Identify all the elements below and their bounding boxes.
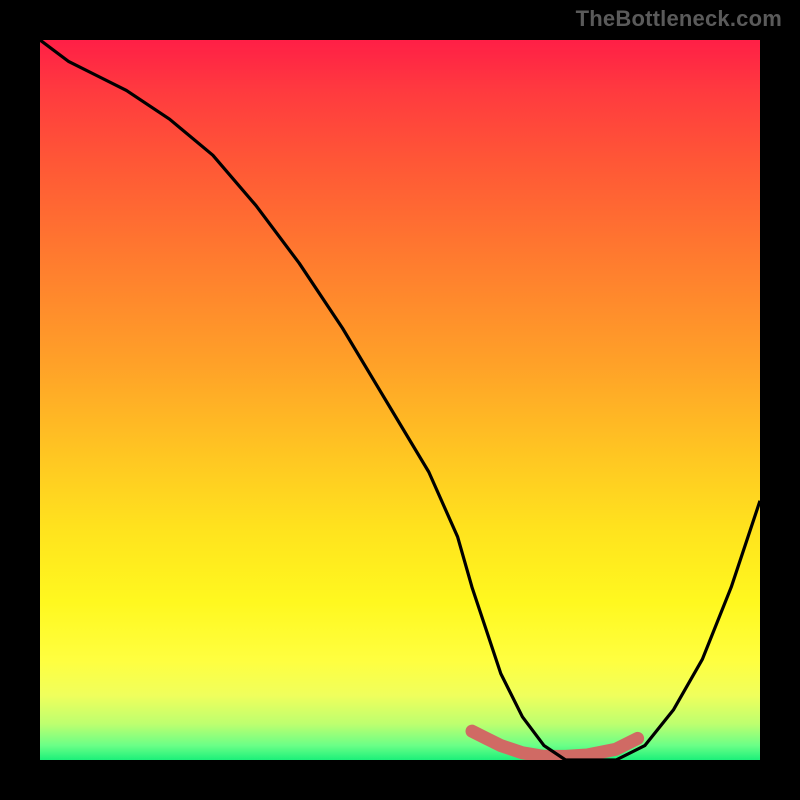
plot-area xyxy=(40,40,760,760)
curve-layer xyxy=(40,40,760,760)
chart-frame: TheBottleneck.com xyxy=(0,0,800,800)
watermark: TheBottleneck.com xyxy=(576,6,782,32)
bottleneck-curve-line xyxy=(40,40,760,760)
